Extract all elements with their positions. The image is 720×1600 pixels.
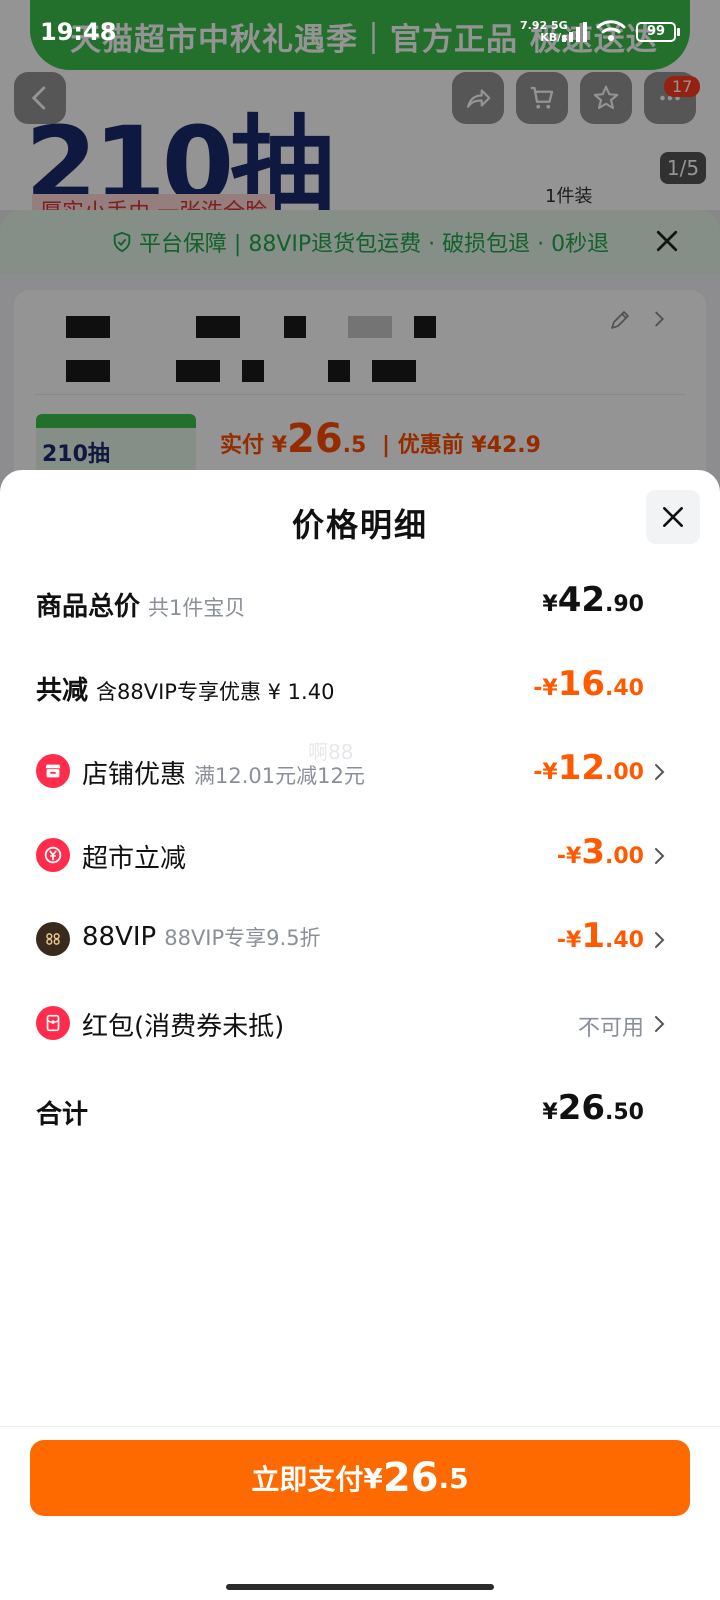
row-label-text: 超市立减 <box>82 844 187 874</box>
row-label: 合计 <box>36 1094 88 1131</box>
row-label-text: 合计 <box>36 1100 89 1130</box>
row-subtotal: 商品总价 共1件宝贝 ¥42.90 <box>0 574 720 634</box>
yuan-discount-icon <box>36 838 70 872</box>
sheet-title: 价格明细 <box>291 506 428 544</box>
amount-int: 1 <box>581 916 606 956</box>
row-red-packet[interactable]: 红包(消费券未抵) 不可用 <box>0 994 720 1054</box>
row-label: 共减 含88VIP专享优惠 ¥ 1.40 <box>36 670 334 707</box>
row-label-text: 红包(消费券未抵) <box>82 1012 285 1042</box>
row-amount: -¥3.00 <box>557 832 644 872</box>
row-total: 合计 ¥26.50 <box>0 1082 720 1142</box>
row-shop-discount[interactable]: 店铺优惠 满12.01元减12元 -¥12.00 <box>0 742 720 802</box>
row-label: 88VIP 88VIP专享9.5折 <box>82 922 321 952</box>
row-status: 不可用 <box>577 1016 644 1041</box>
row-label: 店铺优惠 满12.01元减12元 <box>82 754 365 791</box>
row-88vip[interactable]: 88VIP 88VIP专享9.5折 -¥1.40 <box>0 910 720 970</box>
row-label-text: 共减 <box>36 676 89 706</box>
amount-dec: .90 <box>605 592 644 617</box>
shop-icon <box>36 754 70 788</box>
row-supermarket-discount[interactable]: 超市立减 -¥3.00 <box>0 826 720 886</box>
row-label-text: 88VIP <box>82 922 157 952</box>
amount-dec: .40 <box>605 928 644 953</box>
amount-currency: ¥ <box>542 1100 558 1125</box>
close-icon <box>663 507 683 527</box>
amount-currency: ¥ <box>542 592 558 617</box>
row-amount: -¥1.40 <box>557 916 644 956</box>
pay-button-label: 立即支付 <box>251 1463 364 1496</box>
status-time: 19:48 <box>40 18 117 46</box>
row-total-discount: 共减 含88VIP专享优惠 ¥ 1.40 -¥16.40 <box>0 658 720 718</box>
pay-now-button[interactable]: 立即支付 ¥26.5 <box>30 1440 690 1516</box>
pay-button-dec: .5 <box>438 1461 469 1495</box>
amount-currency: -¥ <box>556 844 582 869</box>
yuan-discount-glyph <box>44 846 62 864</box>
home-indicator[interactable] <box>226 1584 494 1590</box>
divider <box>0 1426 720 1427</box>
amount-int: 3 <box>581 832 606 872</box>
sheet-close-button[interactable] <box>646 490 700 544</box>
battery-indicator: 99 <box>636 22 680 42</box>
amount-dec: .40 <box>605 676 644 701</box>
row-sub: 共1件宝贝 <box>148 596 246 620</box>
price-detail-sheet: 价格明细 啊88 商品总价 共1件宝贝 ¥42.90 共减 含88VIP专享优惠 ¥… <box>0 470 720 1600</box>
signal-icon <box>562 22 587 42</box>
shop-icon-glyph <box>45 764 61 778</box>
amount-int: 42 <box>557 580 606 620</box>
amount-dec: .50 <box>605 1100 644 1125</box>
amount-dec: .00 <box>605 844 644 869</box>
row-sub: 含88VIP专享优惠 ¥ 1.40 <box>96 680 335 704</box>
pay-button-currency: ¥ <box>363 1461 383 1495</box>
amount-currency: -¥ <box>533 760 558 785</box>
row-amount: ¥42.90 <box>542 580 644 620</box>
amount-int: 26 <box>557 1088 606 1128</box>
chevron-right-icon <box>655 848 665 864</box>
pay-button-int: 26 <box>382 1455 439 1501</box>
row-label: 红包(消费券未抵) <box>82 1006 284 1043</box>
row-amount: -¥16.40 <box>533 664 644 704</box>
row-label: 商品总价 共1件宝贝 <box>36 586 245 623</box>
chevron-right-icon <box>655 764 665 780</box>
amount-currency: -¥ <box>556 928 582 953</box>
red-packet-glyph <box>46 1014 60 1032</box>
row-label-text: 店铺优惠 <box>82 760 187 790</box>
vip88-glyph <box>46 933 60 945</box>
amount-dec: .00 <box>605 760 644 785</box>
row-label-text: 商品总价 <box>36 592 141 622</box>
amount-currency: -¥ <box>533 676 558 701</box>
row-sub: 满12.01元减12元 <box>194 764 365 788</box>
chevron-right-icon <box>655 932 665 948</box>
row-sub: 88VIP专享9.5折 <box>164 926 321 950</box>
chevron-right-icon <box>655 1016 665 1032</box>
row-amount: -¥12.00 <box>533 748 644 788</box>
wifi-icon <box>596 20 626 41</box>
amount-int: 16 <box>557 664 606 704</box>
status-bar: 19:48 7.92 5G KB/s 99 <box>0 0 720 66</box>
vip88-icon <box>36 922 70 956</box>
amount-int: 12 <box>557 748 606 788</box>
red-packet-icon <box>36 1006 70 1040</box>
row-label: 超市立减 <box>82 838 186 875</box>
row-amount: ¥26.50 <box>542 1088 644 1128</box>
